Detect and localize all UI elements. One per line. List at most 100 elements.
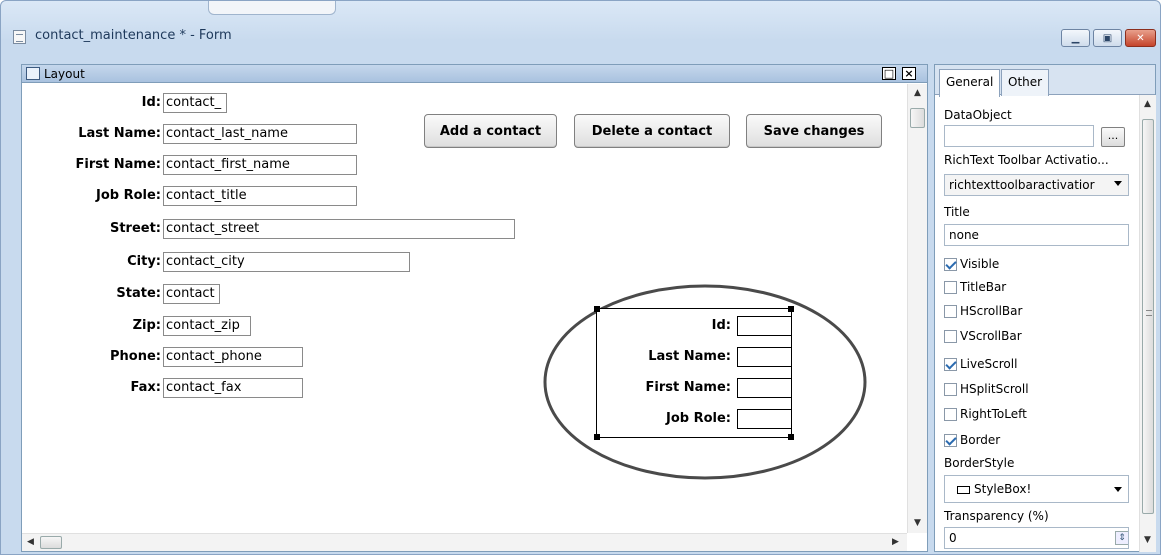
street-label: Street:	[109, 221, 161, 236]
maximize-icon: ▣	[1102, 32, 1113, 44]
borderstyle-label: BorderStyle	[944, 456, 1015, 470]
checkbox-icon	[944, 433, 957, 447]
add-contact-button[interactable]: Add a contact	[424, 114, 557, 148]
checkbox-icon	[944, 357, 957, 371]
id-field[interactable]: contact_	[163, 93, 227, 113]
first-name-label: First Name:	[75, 157, 161, 172]
selected-group-frame[interactable]: Id: Last Name: First Name: Job Role:	[594, 306, 794, 440]
livescroll-checkbox[interactable]: LiveScroll	[944, 355, 1017, 373]
tab-general[interactable]: General	[939, 69, 1001, 97]
id-label: Id:	[141, 95, 161, 110]
last-name-field[interactable]: contact_last_name	[163, 124, 357, 144]
state-label: State:	[116, 286, 161, 301]
scroll-up-icon[interactable]: ▲	[1144, 99, 1151, 109]
transparency-field[interactable]: 0 ⇕	[944, 527, 1129, 549]
mini-id-label: Id:	[711, 318, 731, 333]
dataobject-field[interactable]	[944, 125, 1094, 147]
minimize-button[interactable]: ▁	[1061, 29, 1090, 47]
border-label: Border	[960, 433, 1001, 447]
checkbox-icon	[944, 280, 957, 294]
checkbox-icon	[944, 257, 957, 271]
delete-contact-button[interactable]: Delete a contact	[574, 114, 730, 148]
richtext-label: RichText Toolbar Activatio...	[944, 153, 1109, 167]
titlebar-label: TitleBar	[960, 280, 1007, 294]
street-field[interactable]: contact_street	[163, 219, 515, 239]
title-field[interactable]: none	[944, 224, 1129, 246]
visible-label: Visible	[960, 257, 1000, 271]
properties-panel: General Other DataObject ... RichText To…	[934, 64, 1156, 552]
maximize-button[interactable]: ▣	[1093, 29, 1122, 47]
city-field[interactable]: contact_city	[163, 252, 410, 272]
resize-handle[interactable]	[594, 434, 600, 440]
layout-canvas[interactable]: Id: contact_ Last Name: contact_last_nam…	[22, 84, 907, 533]
hsplitscroll-label: HSplitScroll	[960, 382, 1029, 396]
phone-field[interactable]: contact_phone	[163, 347, 303, 367]
mini-id-field[interactable]	[737, 316, 792, 336]
zip-label: Zip:	[132, 318, 161, 333]
layout-maximize-button[interactable]: □	[882, 67, 896, 80]
job-role-field[interactable]: contact_title	[163, 186, 357, 206]
border-checkbox[interactable]: Border	[944, 431, 1000, 449]
form-icon	[13, 30, 26, 44]
dataobject-browse-button[interactable]: ...	[1101, 127, 1125, 147]
scroll-left-icon[interactable]: ◀	[27, 537, 34, 547]
layout-close-button[interactable]: ×	[902, 67, 916, 80]
minimize-icon: ▁	[1071, 32, 1080, 44]
layout-panel: Layout □ × Id: contact_ Last Name: conta…	[21, 64, 928, 552]
checkbox-icon	[944, 382, 957, 396]
resize-handle[interactable]	[788, 434, 794, 440]
dropdown-arrow-icon	[1114, 487, 1122, 492]
dropdown-arrow-icon	[1114, 181, 1122, 186]
layout-horizontal-scroll-thumb[interactable]	[40, 536, 62, 549]
city-label: City:	[127, 254, 161, 269]
state-field[interactable]: contact	[163, 284, 220, 304]
vscrollbar-checkbox[interactable]: VScrollBar	[944, 327, 1022, 345]
save-changes-button[interactable]: Save changes	[746, 114, 882, 148]
last-name-label: Last Name:	[78, 126, 161, 141]
zip-field[interactable]: contact_zip	[163, 316, 251, 336]
mini-job-role-field[interactable]	[737, 409, 792, 429]
resize-handle[interactable]	[788, 306, 794, 312]
mini-job-role-label: Job Role:	[665, 411, 731, 426]
close-button[interactable]: ✕	[1125, 29, 1156, 47]
checkbox-icon	[944, 407, 957, 421]
job-role-label: Job Role:	[95, 188, 161, 203]
form-window: contact_maintenance * - Form ▁ ▣ ✕ Layou…	[0, 0, 1161, 555]
borderstyle-dropdown[interactable]: StyleBox!	[944, 475, 1129, 503]
visible-checkbox[interactable]: Visible	[944, 255, 999, 273]
mini-first-name-field[interactable]	[737, 378, 792, 398]
layout-vertical-scrollbar[interactable]: ▲ ▼	[907, 84, 927, 533]
livescroll-label: LiveScroll	[960, 357, 1018, 371]
scroll-right-icon[interactable]: ▶	[892, 537, 899, 547]
vscrollbar-label: VScrollBar	[960, 329, 1022, 343]
properties-scrollbar[interactable]: ▲ ▼	[1139, 95, 1156, 552]
title-bar: contact_maintenance * - Form ▁ ▣ ✕	[1, 21, 1160, 53]
scroll-up-icon[interactable]: ▲	[914, 88, 921, 98]
hsplitscroll-checkbox[interactable]: HSplitScroll	[944, 380, 1029, 398]
layout-title: Layout	[44, 67, 85, 81]
richtext-dropdown[interactable]: richtexttoolbaractivatior	[944, 174, 1129, 196]
scroll-down-icon[interactable]: ▼	[914, 518, 921, 528]
titlebar-checkbox[interactable]: TitleBar	[944, 278, 1006, 296]
properties-scroll-thumb[interactable]	[1142, 119, 1154, 514]
hscrollbar-label: HScrollBar	[960, 304, 1023, 318]
richtext-value: richtexttoolbaractivatior	[949, 178, 1095, 192]
checkbox-icon	[944, 304, 957, 318]
first-name-field[interactable]: contact_first_name	[163, 155, 357, 175]
scroll-down-icon[interactable]: ▼	[1144, 535, 1151, 545]
tab-other[interactable]: Other	[1001, 69, 1050, 96]
resize-handle[interactable]	[594, 306, 600, 312]
phone-label: Phone:	[110, 349, 161, 364]
window-title: contact_maintenance * - Form	[35, 28, 232, 43]
righttoleft-checkbox[interactable]: RightToLeft	[944, 405, 1027, 423]
layout-header: Layout □ ×	[22, 65, 927, 83]
transparency-label: Transparency (%)	[944, 509, 1049, 523]
window-tab-nub	[208, 1, 336, 15]
mini-last-name-field[interactable]	[737, 347, 792, 367]
title-label: Title	[944, 205, 970, 219]
fax-field[interactable]: contact_fax	[163, 378, 303, 398]
layout-vertical-scroll-thumb[interactable]	[910, 108, 925, 128]
spinner-icon[interactable]: ⇕	[1115, 531, 1128, 545]
layout-horizontal-scrollbar[interactable]: ◀ ▶	[22, 533, 907, 551]
hscrollbar-checkbox[interactable]: HScrollBar	[944, 302, 1022, 320]
